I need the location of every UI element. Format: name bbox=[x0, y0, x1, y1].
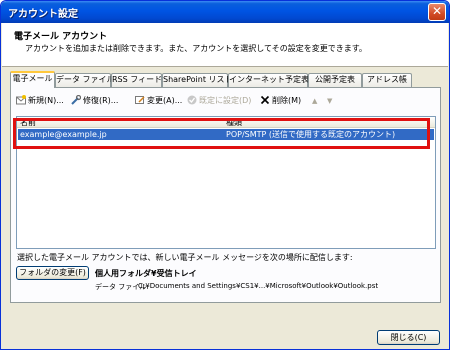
header-title: 電子メール アカウント bbox=[14, 32, 108, 42]
data-file-path: C:¥Documents and Settings¥CS1¥...¥Micros… bbox=[138, 282, 379, 290]
change-folder-button[interactable]: フォルダの変更(F) bbox=[16, 266, 89, 280]
header-description: アカウントを追加または削除できます。また、アカウントを選択してその設定を変更でき… bbox=[25, 44, 367, 53]
new-account-button[interactable]: 新規(N)... bbox=[16, 94, 64, 108]
move-up-icon[interactable]: ▲ bbox=[312, 94, 317, 108]
set-default-label: 既定に設定(D) bbox=[199, 96, 252, 105]
tab-data-files[interactable]: データ ファイル bbox=[55, 73, 115, 87]
tab-sharepoint-lists[interactable]: SharePoint リスト bbox=[162, 73, 233, 87]
change-account-label: 変更(A)... bbox=[147, 96, 183, 105]
account-settings-dialog: アカウント設定 ✕ 電子メール アカウント アカウントを追加または削除できます。… bbox=[0, 0, 450, 350]
new-email-icon bbox=[16, 95, 26, 105]
list-header: 名前 種類 bbox=[17, 117, 435, 128]
checkmark-icon bbox=[187, 95, 197, 105]
account-type: POP/SMTP (送信で使用する既定のアカウント) bbox=[226, 130, 396, 139]
delivery-label: 選択した電子メール アカウントでは、新しい電子メール メッセージを次の場所に配信… bbox=[17, 253, 353, 262]
tab-address-books[interactable]: アドレス帳 bbox=[362, 73, 412, 87]
repair-tools-icon bbox=[71, 95, 81, 105]
set-default-button[interactable]: 既定に設定(D) bbox=[187, 94, 251, 108]
account-list[interactable]: 名前 種類 example@example.jp POP/SMTP (送信で使用… bbox=[16, 116, 436, 249]
close-window-button[interactable]: ✕ bbox=[428, 3, 446, 21]
account-name: example@example.jp bbox=[20, 130, 107, 139]
move-down-icon[interactable]: ▼ bbox=[327, 94, 332, 108]
delete-account-button[interactable]: 削除(M) bbox=[260, 94, 301, 108]
dialog-header: 電子メール アカウント アカウントを追加または削除できます。また、アカウントを選… bbox=[2, 23, 448, 67]
account-row[interactable]: example@example.jp POP/SMTP (送信で使用する既定のア… bbox=[18, 129, 434, 140]
delete-x-icon bbox=[260, 95, 270, 105]
account-toolbar: 新規(N)... 修復(R)... 変更(A)... 既定に設定(D) 削除(M… bbox=[11, 88, 440, 112]
new-account-label: 新規(N)... bbox=[28, 96, 64, 105]
tab-email[interactable]: 電子メール bbox=[10, 71, 55, 88]
repair-account-label: 修復(R)... bbox=[83, 96, 119, 105]
tab-internet-calendars[interactable]: インターネット予定表 bbox=[228, 73, 309, 87]
title-bar[interactable]: アカウント設定 ✕ bbox=[1, 1, 449, 23]
delete-account-label: 削除(M) bbox=[272, 96, 302, 105]
change-account-button[interactable]: 変更(A)... bbox=[135, 94, 182, 108]
close-button[interactable]: 閉じる(C) bbox=[377, 330, 440, 345]
delivery-folder-name: 個人用フォルダ¥受信トレイ bbox=[95, 269, 197, 278]
tab-published-calendars[interactable]: 公開予定表 bbox=[308, 73, 362, 87]
column-header-name[interactable]: 名前 bbox=[20, 117, 36, 128]
window-title: アカウント設定 bbox=[8, 9, 78, 20]
email-tab-panel: 新規(N)... 修復(R)... 変更(A)... 既定に設定(D) 削除(M… bbox=[10, 87, 441, 303]
change-settings-icon bbox=[135, 96, 145, 104]
column-header-type[interactable]: 種類 bbox=[226, 117, 242, 128]
repair-account-button[interactable]: 修復(R)... bbox=[71, 94, 118, 108]
tab-rss-feeds[interactable]: RSS フィード bbox=[111, 73, 162, 87]
